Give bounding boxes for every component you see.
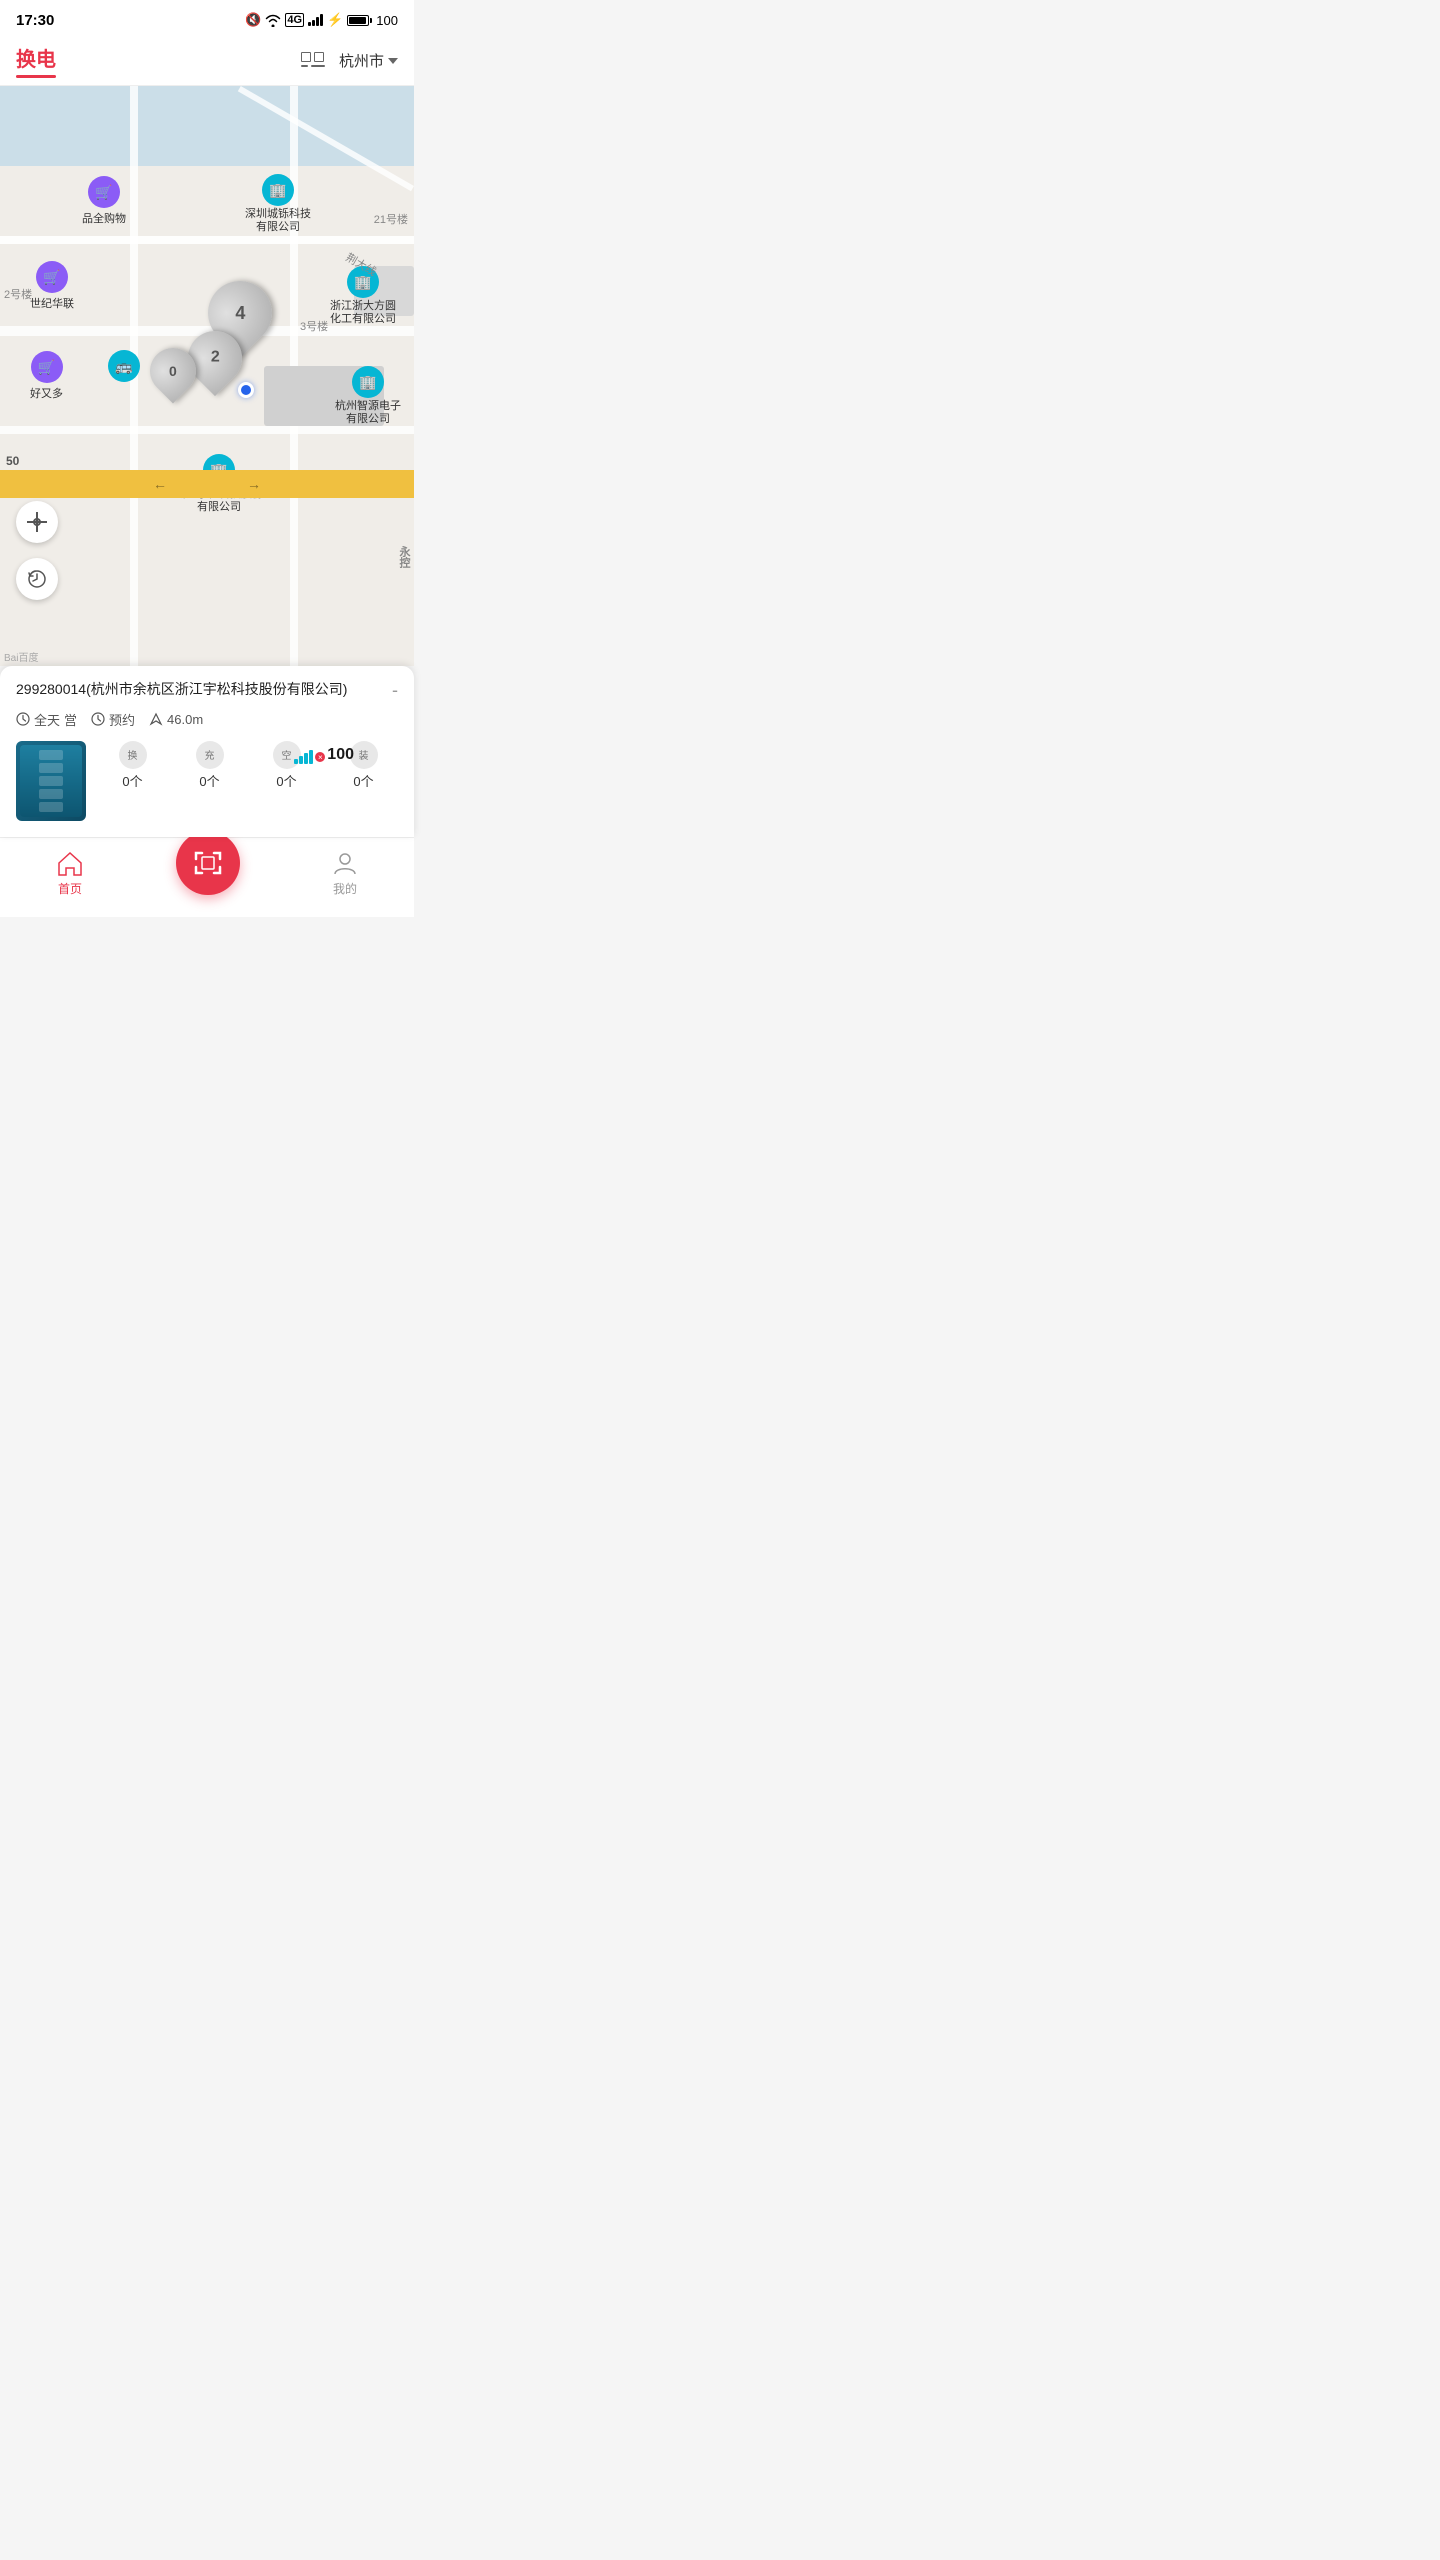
meta-reservation: 预约 [91, 710, 135, 729]
status-bar: 17:30 🔇 4G ⚡ 100 [0, 0, 414, 36]
navigation-icon [149, 712, 163, 726]
arrow-right: → [247, 476, 261, 492]
building-icon-1: 🏢 [262, 174, 294, 206]
yellow-road: ← → [0, 470, 414, 498]
nav-home[interactable]: 首页 [36, 846, 104, 901]
poi-hangzhouzhiyuan[interactable]: 🏢 杭州智源电子有限公司 [335, 366, 401, 426]
history-icon [27, 569, 47, 589]
header-title-wrap: 换电 [16, 43, 56, 78]
pin-0[interactable]: 0 [150, 348, 196, 394]
poi-shenzhencheng-label: 深圳城铄科技有限公司 [245, 208, 311, 234]
charging-icon: ⚡ [327, 12, 343, 28]
arrow-left: ← [153, 476, 167, 492]
locate-button[interactable] [16, 501, 58, 543]
poi-haoyouduo-label: 好又多 [30, 385, 63, 401]
grid-list-icon[interactable] [299, 50, 327, 72]
battery-icon [347, 15, 372, 26]
road-h3 [0, 426, 414, 434]
4g-icon: 4G [285, 13, 304, 27]
poi-hangzhouzhiyuan-label: 杭州智源电子有限公司 [335, 400, 401, 426]
road-label-21: 21号楼 [374, 211, 408, 227]
station-card: - 299280014(杭州市余杭区浙江宇松科技股份有限公司) 全天 営 预约 … [0, 666, 414, 837]
poi-pinquan-label: 品全购物 [82, 210, 126, 226]
station-image [16, 741, 86, 821]
stat-chong: 充 0个 [175, 741, 244, 790]
bottom-nav: 首页 我的 [0, 837, 414, 917]
pin-4-number: 4 [235, 303, 245, 324]
stat-value-kong: 0个 [276, 771, 296, 790]
battery-100: 100 [327, 746, 354, 764]
status-time: 17:30 [16, 12, 54, 29]
stat-badge-chong: 充 [196, 741, 224, 769]
road-label-2lou: 2号楼 [4, 286, 32, 302]
stat-value-huan: 0个 [122, 771, 142, 790]
city-selector[interactable]: 杭州市 [339, 50, 398, 71]
scan-icon [192, 847, 224, 879]
battery-level: 100 [376, 13, 398, 28]
poi-zhejiangyuda-label: 浙江浙大方圆化工有限公司 [330, 300, 396, 326]
distance-50: 50 [6, 454, 19, 468]
meta-hours: 全天 営 [16, 710, 77, 729]
clock-icon-2 [91, 712, 105, 726]
shopping-icon-2: 🛒 [36, 261, 68, 293]
status-icons: 🔇 4G ⚡ 100 [245, 12, 398, 28]
road-h1 [0, 236, 414, 244]
pin-0-number: 0 [169, 363, 177, 379]
page-title: 换电 [16, 43, 56, 72]
current-location-dot [238, 382, 254, 398]
poi-pinquan[interactable]: 🛒 品全购物 [82, 176, 126, 226]
wifi-icon [265, 14, 281, 27]
scan-button[interactable] [176, 831, 240, 895]
stat-huan: 换 0个 [98, 741, 167, 790]
station-id: 299280014(杭州市余杭区浙江宇松科技股份有限公司) [16, 680, 398, 700]
history-button[interactable] [16, 558, 58, 600]
stat-value-zhuang: 0个 [353, 771, 373, 790]
bus-icon: 🚌 [108, 350, 140, 382]
baidu-watermark: Bai百度 [0, 647, 42, 666]
nav-home-label: 首页 [58, 880, 82, 897]
header: 换电 杭州市 [0, 36, 414, 86]
signal-card [294, 750, 313, 764]
stat-badge-huan: 换 [119, 741, 147, 769]
station-main: × 100 换 0个 充 0个 空 0个 装 0个 [16, 741, 398, 821]
yellow-road-arrows: ← → [0, 476, 414, 492]
road-label-3lou: 3号楼 [300, 318, 328, 334]
building-icon-3: 🏢 [352, 366, 384, 398]
shopping-icon-3: 🛒 [31, 351, 63, 383]
pin-2[interactable]: 2 [188, 331, 242, 385]
meta-distance: 46.0m [149, 712, 203, 727]
mute-icon: 🔇 [245, 12, 261, 28]
user-icon [332, 850, 358, 876]
header-underline [16, 75, 56, 78]
nav-mine-label: 我的 [333, 880, 357, 897]
nav-mine[interactable]: 我的 [312, 846, 378, 901]
distance-label: 46.0m [167, 712, 203, 727]
営-icon: 営 [64, 710, 77, 729]
signal-battery-indicator: × 100 [294, 746, 354, 764]
poi-shiji-label: 世纪华联 [30, 295, 74, 311]
crosshair-icon [27, 512, 47, 532]
stat-value-chong: 0个 [199, 771, 219, 790]
pin-2-number: 2 [211, 349, 220, 367]
pin-0-body: 0 [140, 338, 205, 403]
x-mark: × [315, 752, 325, 762]
clock-icon [16, 712, 30, 726]
station-meta: 全天 営 预约 46.0m [16, 710, 398, 729]
map-container[interactable]: 🛒 品全购物 🛒 世纪华联 🛒 好又多 🏢 深圳城铄科技有限公司 🚌 🏢 浙江浙… [0, 86, 414, 666]
poi-haoyouduo[interactable]: 🛒 好又多 [30, 351, 63, 401]
header-right: 杭州市 [299, 50, 398, 72]
shopping-icon: 🛒 [88, 176, 120, 208]
home-icon [56, 850, 84, 876]
city-label: 杭州市 [339, 50, 384, 71]
poi-shiji[interactable]: 🛒 世纪华联 [30, 261, 74, 311]
poi-bus[interactable]: 🚌 [108, 350, 140, 382]
poi-shenzhencheng[interactable]: 🏢 深圳城铄科技有限公司 [245, 174, 311, 234]
reservation-label: 预约 [109, 710, 135, 729]
dash-line: - [392, 680, 398, 701]
signal-bars-1 [308, 14, 323, 26]
chevron-down-icon [388, 58, 398, 64]
road-label-yongkong: 永控 [396, 546, 412, 568]
hours-label: 全天 [34, 710, 60, 729]
